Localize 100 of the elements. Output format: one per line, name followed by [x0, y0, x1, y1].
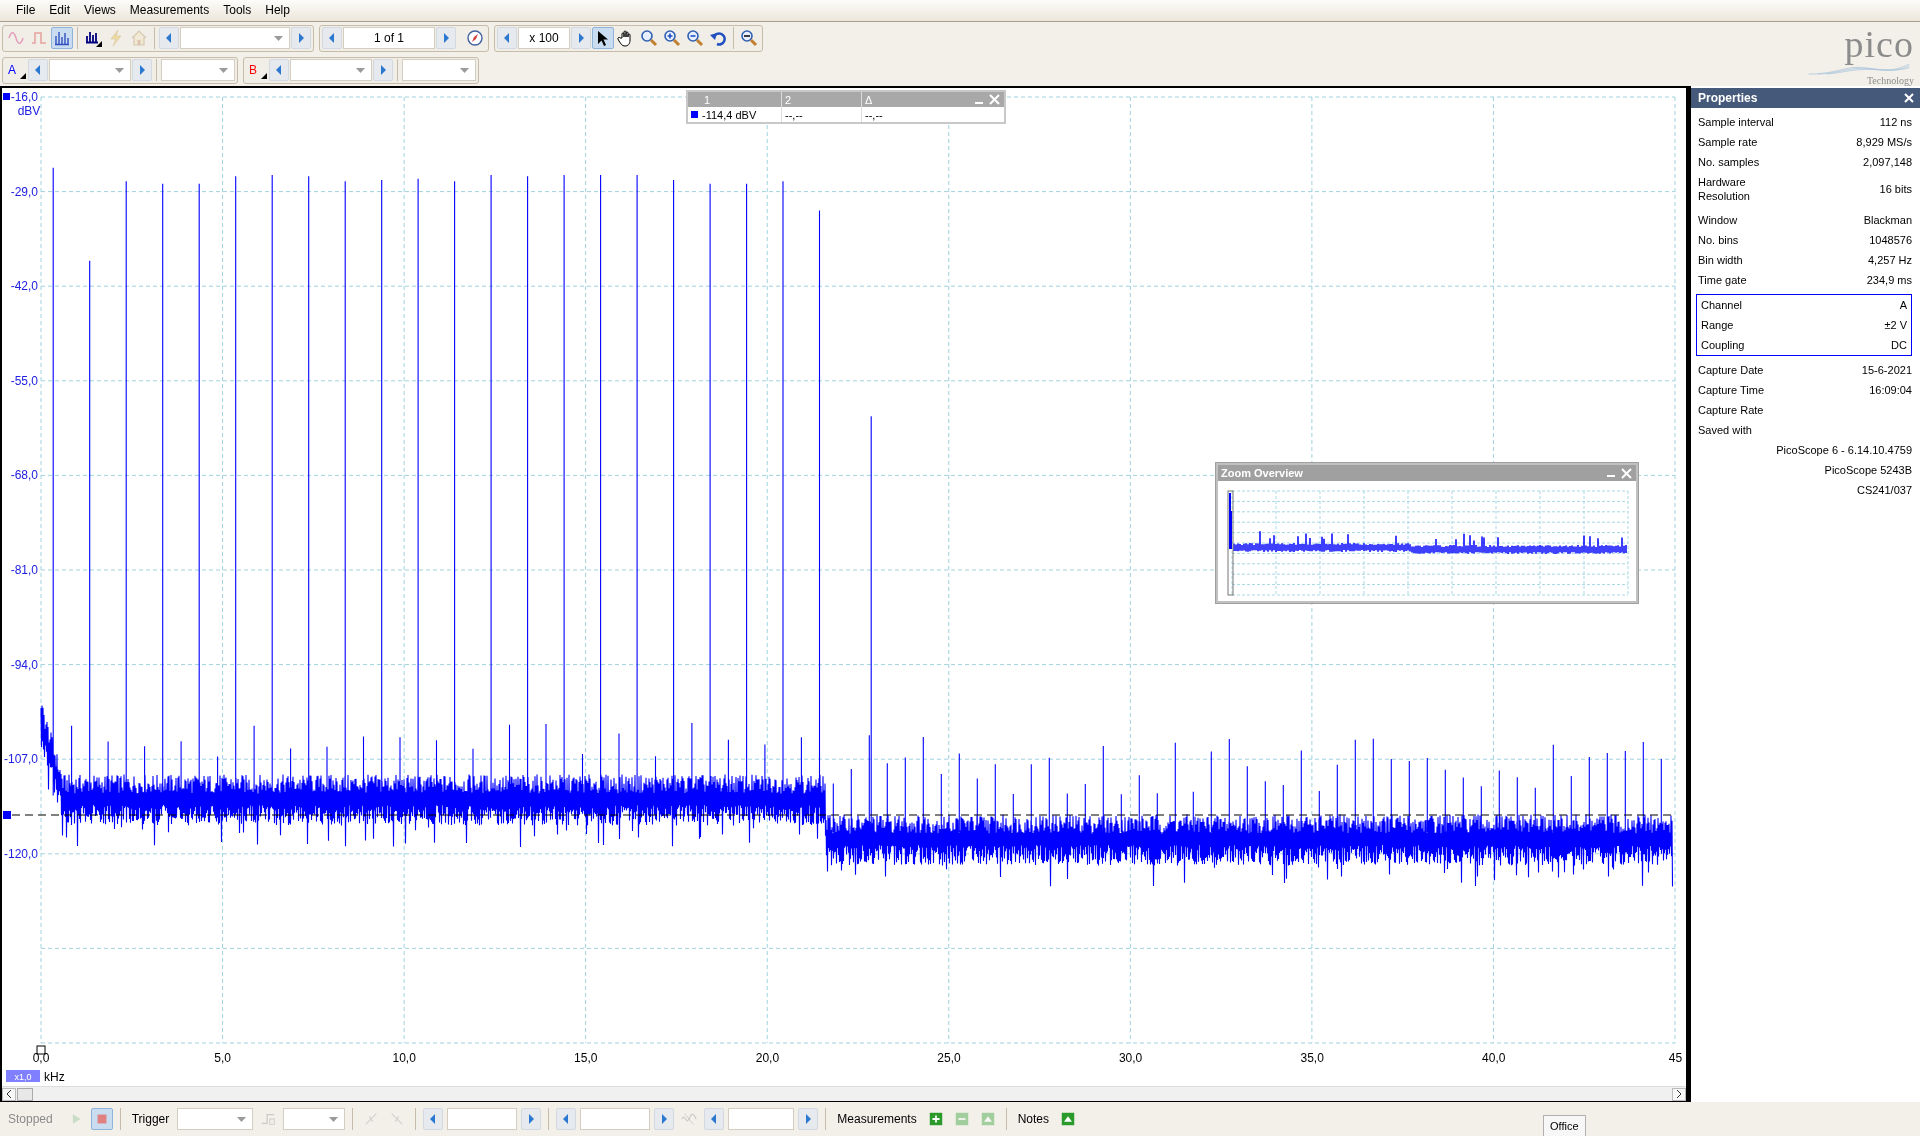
zoom-overview-button[interactable] [738, 27, 760, 49]
next-button[interactable] [132, 59, 152, 81]
scroll-left-button[interactable] [2, 1087, 16, 1101]
zoom-out-icon [686, 29, 704, 47]
pointer-tool-button[interactable] [592, 27, 614, 49]
home-icon [130, 29, 148, 47]
left-arrow-icon [274, 63, 284, 77]
bar-chart-icon [53, 29, 71, 47]
spectrum-view-button[interactable] [51, 27, 73, 49]
next-button[interactable] [291, 27, 311, 49]
dropdown-field[interactable] [49, 59, 131, 81]
property-value: ±2 V [1884, 319, 1907, 331]
property-label: Capture Date [1698, 363, 1764, 377]
value-field[interactable] [728, 1108, 795, 1130]
right-arrow-icon [576, 31, 586, 45]
menu-item[interactable]: Measurements [123, 0, 216, 21]
property-label: Sample rate [1698, 135, 1758, 149]
column-header: 1 [704, 93, 711, 106]
zoom-out-tool-button[interactable] [684, 27, 706, 49]
axis-label: 30,0 [1118, 1051, 1143, 1065]
dropdown-field[interactable] [402, 59, 476, 81]
value-field[interactable] [580, 1108, 651, 1130]
zoom-in-tool-button[interactable] [661, 27, 683, 49]
zoom-in-icon [663, 29, 681, 47]
signal-generator-button[interactable] [464, 27, 486, 49]
previous-button[interactable] [497, 27, 517, 49]
rising-edge-icon [260, 1111, 277, 1127]
value-field[interactable]: x 100 [518, 27, 570, 49]
dropdown-field[interactable] [161, 59, 235, 81]
menu-item[interactable]: Help [259, 0, 296, 21]
cursor-line[interactable] [11, 814, 1674, 816]
logo-text: pico [1844, 24, 1914, 64]
menu-item[interactable]: File [10, 0, 42, 21]
next-button[interactable] [798, 1108, 819, 1130]
magnifier-icon [740, 29, 758, 47]
dropdown-field[interactable] [290, 59, 372, 81]
property-value: 15-6-2021 [1861, 364, 1912, 376]
zoom-box-tool-button[interactable] [638, 27, 660, 49]
origin-marker[interactable] [36, 1045, 46, 1055]
bar-chart-icon [84, 29, 102, 47]
window-title: Zoom Overview [1221, 467, 1303, 479]
channel-letter: B [249, 63, 257, 77]
property-label: Range [1701, 318, 1734, 332]
right-arrow-icon [659, 1112, 670, 1126]
value-field[interactable]: 1 of 1 [343, 27, 435, 49]
value-field[interactable] [447, 1108, 518, 1130]
next-button[interactable] [654, 1108, 675, 1130]
wave-icon [681, 1111, 698, 1127]
close-icon[interactable] [1904, 93, 1914, 103]
caret-icon [274, 35, 283, 41]
left-arrow-icon [502, 31, 512, 45]
left-arrow-icon [33, 63, 43, 77]
scrollbar-thumb[interactable] [17, 1087, 33, 1101]
channel-letter: A [8, 63, 16, 77]
menu-item[interactable]: Views [78, 0, 122, 21]
property-value: PicoScope 5243B [1824, 463, 1912, 478]
caret-icon [356, 67, 365, 73]
axis-marker[interactable] [3, 93, 10, 100]
previous-button[interactable] [159, 27, 179, 49]
menu-item[interactable]: Edit [43, 0, 77, 21]
previous-button[interactable] [704, 1108, 725, 1130]
previous-button[interactable] [423, 1108, 444, 1130]
previous-button[interactable] [269, 59, 289, 81]
cursor-marker[interactable] [3, 811, 11, 819]
previous-button[interactable] [28, 59, 48, 81]
measurements-label: Measurements [837, 1112, 917, 1126]
property-value: PicoScope 6 - 6.14.10.4759 [1776, 443, 1912, 458]
property-value: 16:09:04 [1869, 384, 1912, 396]
plus-icon [927, 1111, 944, 1127]
panel-title: Properties [1698, 91, 1758, 105]
previous-button[interactable] [556, 1108, 577, 1130]
trigger-label: Trigger [131, 1112, 170, 1126]
axis-label: 45 [1668, 1051, 1683, 1065]
right-arrow-icon [526, 1112, 537, 1126]
square-wave-icon [30, 29, 48, 47]
caret-icon [460, 67, 469, 73]
stop-button[interactable] [90, 1108, 113, 1130]
taskbar-tab[interactable]: Office [1543, 1115, 1586, 1136]
axis-label: -120,0 [3, 846, 38, 861]
axis-label: -81,0 [10, 563, 38, 577]
channel-button[interactable]: A [5, 59, 27, 81]
right-arrow-icon [803, 1112, 814, 1126]
left-arrow-icon [164, 31, 174, 45]
next-button[interactable] [521, 1108, 542, 1130]
next-button[interactable] [373, 59, 393, 81]
axis-label: 5,0 [214, 1051, 231, 1065]
caret-icon [329, 1116, 339, 1122]
property-value: 8,929 MS/s [1856, 136, 1912, 148]
previous-button[interactable] [322, 27, 342, 49]
dropdown-field[interactable] [283, 1108, 346, 1130]
menu-item[interactable]: Tools [217, 0, 258, 21]
dropdown-field[interactable] [180, 27, 290, 49]
next-button[interactable] [436, 27, 456, 49]
next-button[interactable] [571, 27, 591, 49]
caret-icon [115, 67, 124, 73]
sine-wave-icon [7, 29, 25, 47]
dropdown-field[interactable] [177, 1108, 254, 1130]
property-value: 2,097,148 [1863, 156, 1912, 168]
scroll-right-button[interactable] [1672, 1087, 1686, 1101]
axis-label: 35,0 [1300, 1051, 1324, 1065]
